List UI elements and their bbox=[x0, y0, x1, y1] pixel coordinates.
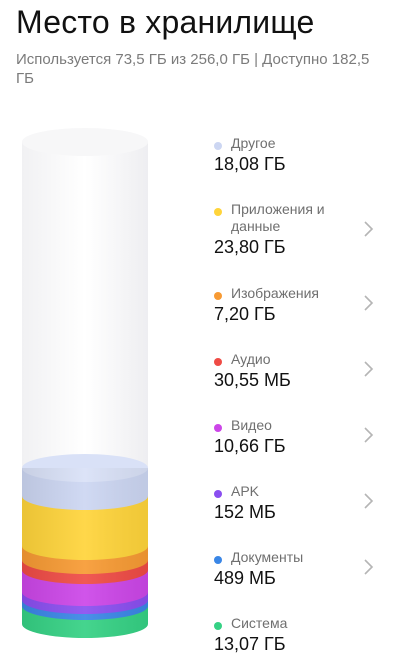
category-documents[interactable]: Документы 489 МБ bbox=[214, 546, 400, 606]
category-size: 489 МБ bbox=[214, 568, 276, 588]
category-size: 10,66 ГБ bbox=[214, 436, 286, 456]
color-dot bbox=[214, 622, 222, 630]
category-size: 13,07 ГБ bbox=[214, 634, 286, 654]
category-label: Система bbox=[231, 615, 288, 631]
storage-cylinder-chart bbox=[22, 128, 148, 638]
chevron-right-icon bbox=[364, 559, 374, 575]
category-apps[interactable]: Приложения и данные 23,80 ГБ bbox=[214, 198, 400, 258]
empty-space-segment bbox=[22, 128, 148, 484]
category-label: Другое bbox=[231, 135, 276, 151]
chevron-right-icon bbox=[364, 295, 374, 311]
chevron-right-icon bbox=[364, 493, 374, 509]
chevron-right-icon bbox=[364, 221, 374, 237]
category-label: Видео bbox=[231, 417, 272, 433]
storage-summary: Используется 73,5 ГБ из 256,0 ГБ | Досту… bbox=[16, 51, 370, 87]
category-label: Приложения и данные bbox=[231, 201, 325, 234]
category-images[interactable]: Изображения 7,20 ГБ bbox=[214, 282, 400, 342]
chevron-right-icon bbox=[364, 427, 374, 443]
category-size: 30,55 МБ bbox=[214, 370, 291, 390]
category-label: APK bbox=[231, 483, 260, 499]
color-dot bbox=[214, 292, 222, 300]
category-audio[interactable]: Аудио 30,55 МБ bbox=[214, 348, 400, 408]
page-title: Место в хранилище bbox=[16, 4, 315, 40]
category-label: Документы bbox=[231, 549, 304, 565]
category-apk[interactable]: APK 152 МБ bbox=[214, 480, 400, 540]
color-dot bbox=[214, 424, 222, 432]
chevron-right-icon bbox=[364, 361, 374, 377]
category-label: Изображения bbox=[231, 285, 319, 301]
category-system: Система 13,07 ГБ bbox=[214, 612, 400, 672]
color-dot bbox=[214, 490, 222, 498]
color-dot bbox=[214, 208, 222, 216]
color-dot bbox=[214, 556, 222, 564]
category-size: 18,08 ГБ bbox=[214, 154, 286, 174]
color-dot bbox=[214, 358, 222, 366]
category-label: Аудио bbox=[231, 351, 271, 367]
category-size: 7,20 ГБ bbox=[214, 304, 276, 324]
color-dot bbox=[214, 142, 222, 150]
category-video[interactable]: Видео 10,66 ГБ bbox=[214, 414, 400, 474]
category-size: 152 МБ bbox=[214, 502, 276, 522]
category-size: 23,80 ГБ bbox=[214, 237, 286, 257]
category-other: Другое 18,08 ГБ bbox=[214, 132, 400, 192]
